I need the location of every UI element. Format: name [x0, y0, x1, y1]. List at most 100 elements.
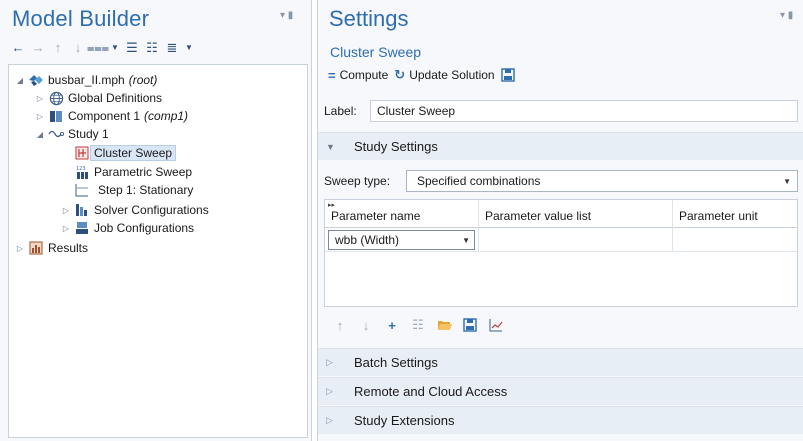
svg-text:123: 123	[76, 166, 86, 172]
section-study-settings[interactable]: ▼ Study Settings	[318, 132, 803, 160]
section-study-extensions[interactable]: ▷ Study Extensions	[318, 406, 803, 434]
table-row[interactable]: wbb (Width) ▼	[325, 228, 797, 252]
panel-pin-icons[interactable]: ▾ ▮	[780, 10, 793, 21]
column-header-parameter-name[interactable]: ▸▸ Parameter name	[325, 200, 479, 228]
forward-arrow-icon[interactable]: →	[30, 40, 46, 56]
section-remote-cloud-access[interactable]: ▷ Remote and Cloud Access	[318, 377, 803, 405]
save-icon	[500, 68, 515, 82]
show-options-icon[interactable]: ⩶	[87, 40, 109, 56]
table-toolbar: ↑ ↓ + ☷	[332, 316, 504, 334]
section-title: Batch Settings	[354, 355, 438, 370]
expand-arrow-icon[interactable]: ▷	[61, 224, 71, 233]
column-header-label: Parameter name	[331, 209, 421, 223]
panel-pin-icons[interactable]: ▾ ▮	[280, 10, 293, 21]
tree-item-root[interactable]: ◢ busbar_II.mph (root)	[15, 71, 157, 89]
model-builder-toolbar: ← → ↑ ↓ ⩶ ▼ ☰ ☷ ≣ ▼	[10, 40, 194, 56]
chevron-down-icon[interactable]: ▼	[110, 40, 120, 56]
tree-item-global-definitions[interactable]: ▷ Global Definitions	[35, 89, 162, 107]
settings-title: Settings	[329, 6, 409, 31]
move-up-icon[interactable]: ↑	[332, 317, 348, 333]
tree-item-label: Results	[48, 241, 89, 255]
settings-subtitle: Cluster Sweep	[330, 44, 422, 60]
table-header: ▸▸ Parameter name Parameter value list P…	[325, 200, 797, 228]
save-icon[interactable]	[462, 317, 478, 333]
tree-item-label: Step 1: Stationary	[98, 183, 194, 197]
tree-item-cluster-sweep[interactable]: Cluster Sweep	[74, 144, 177, 162]
column-header-parameter-value-list[interactable]: Parameter value list	[479, 200, 673, 228]
collapse-arrow-icon[interactable]: ◢	[15, 76, 25, 85]
component-icon	[48, 108, 64, 124]
tree-item-label: Parametric Sweep	[94, 165, 193, 179]
sweep-type-value: Specified combinations	[417, 174, 541, 188]
expand-arrow-icon: ▷	[326, 415, 333, 425]
section-title: Remote and Cloud Access	[354, 384, 508, 399]
tree-item-tag: (root)	[128, 73, 158, 87]
tree-item-label: Solver Configurations	[94, 203, 209, 217]
save-button[interactable]	[500, 68, 515, 82]
globe-icon	[48, 90, 64, 106]
compute-label: Compute	[339, 68, 389, 82]
column-header-label: Parameter value list	[485, 209, 592, 223]
tree-item-step1-stationary[interactable]: Step 1: Stationary	[74, 181, 193, 199]
model-builder-title: Model Builder	[12, 6, 150, 31]
collapse-arrow-icon: ▼	[326, 141, 335, 152]
compute-button[interactable]: = Compute	[328, 68, 388, 83]
export-plot-icon[interactable]	[488, 317, 504, 333]
chevron-down-icon: ▼	[462, 235, 470, 245]
sweep-type-label: Sweep type:	[324, 174, 391, 188]
tree-item-solver-configurations[interactable]: ▷ Solver Configurations	[61, 201, 209, 219]
move-down-icon[interactable]: ↓	[358, 317, 374, 333]
move-up-icon[interactable]: ↑	[50, 40, 66, 56]
move-down-icon[interactable]: ↓	[70, 40, 86, 56]
label-row: Label: Cluster Sweep	[324, 100, 798, 122]
column-menu-icon[interactable]: ▸▸	[328, 201, 335, 209]
sweep-type-select[interactable]: Specified combinations ▼	[406, 170, 798, 192]
parameter-name-select[interactable]: wbb (Width) ▼	[328, 230, 475, 250]
delete-icon[interactable]: ☷	[410, 317, 426, 333]
tree-item-parametric-sweep[interactable]: 123 Parametric Sweep	[74, 163, 192, 181]
study-icon	[48, 126, 64, 142]
expand-arrow-icon[interactable]: ▷	[35, 94, 45, 103]
tree-item-label: busbar_II.mph	[48, 73, 125, 87]
tree-item-study[interactable]: ◢ Study 1	[35, 125, 109, 143]
column-header-parameter-unit[interactable]: Parameter unit	[673, 200, 797, 228]
label-input[interactable]: Cluster Sweep	[370, 100, 798, 122]
results-icon	[28, 240, 44, 256]
job-configurations-icon	[74, 220, 90, 236]
model-file-icon	[28, 72, 44, 88]
open-folder-icon[interactable]	[436, 317, 452, 333]
sweep-type-row: Sweep type: Specified combinations ▼	[324, 170, 798, 192]
chevron-down-icon[interactable]: ▼	[184, 40, 194, 56]
collapse-arrow-icon[interactable]: ◢	[35, 130, 45, 139]
solver-configurations-icon	[74, 202, 90, 218]
expand-arrow-icon[interactable]: ▷	[61, 206, 71, 215]
back-arrow-icon[interactable]: ←	[10, 40, 26, 56]
stationary-step-icon	[74, 182, 90, 198]
tree-item-tag: (comp1)	[144, 109, 189, 123]
view-options-icon[interactable]: ≣	[164, 40, 180, 56]
parametric-sweep-icon: 123	[74, 164, 90, 180]
section-batch-settings[interactable]: ▷ Batch Settings	[318, 348, 803, 376]
expand-arrow-icon: ▷	[326, 357, 333, 367]
add-icon[interactable]: +	[384, 317, 400, 333]
expand-all-icon[interactable]: ☰	[124, 40, 140, 56]
section-title: Study Settings	[354, 139, 438, 154]
column-header-label: Parameter unit	[679, 209, 758, 223]
tree-item-component[interactable]: ▷ Component 1 (comp1)	[35, 107, 188, 125]
update-solution-label: Update Solution	[409, 68, 495, 82]
settings-panel: Settings ▾ ▮ Cluster Sweep = Compute ↻ U…	[317, 0, 803, 441]
expand-arrow-icon: ▷	[326, 386, 333, 396]
tree-item-job-configurations[interactable]: ▷ Job Configurations	[61, 219, 194, 237]
expand-arrow-icon[interactable]: ▷	[15, 244, 25, 253]
settings-toolbar: = Compute ↻ Update Solution	[328, 66, 515, 84]
parameter-name-cell[interactable]: wbb (Width) ▼	[325, 228, 479, 252]
tree-item-label: Study 1	[68, 127, 109, 141]
collapse-all-icon[interactable]: ☷	[144, 40, 160, 56]
update-solution-button[interactable]: ↻ Update Solution	[394, 67, 494, 83]
cluster-sweep-icon	[74, 145, 90, 161]
expand-arrow-icon[interactable]: ▷	[35, 112, 45, 121]
tree-item-results[interactable]: ▷ Results	[15, 239, 88, 257]
parameter-unit-cell[interactable]	[673, 228, 797, 252]
parameter-value-list-cell[interactable]	[479, 228, 673, 252]
section-title: Study Extensions	[354, 413, 455, 428]
